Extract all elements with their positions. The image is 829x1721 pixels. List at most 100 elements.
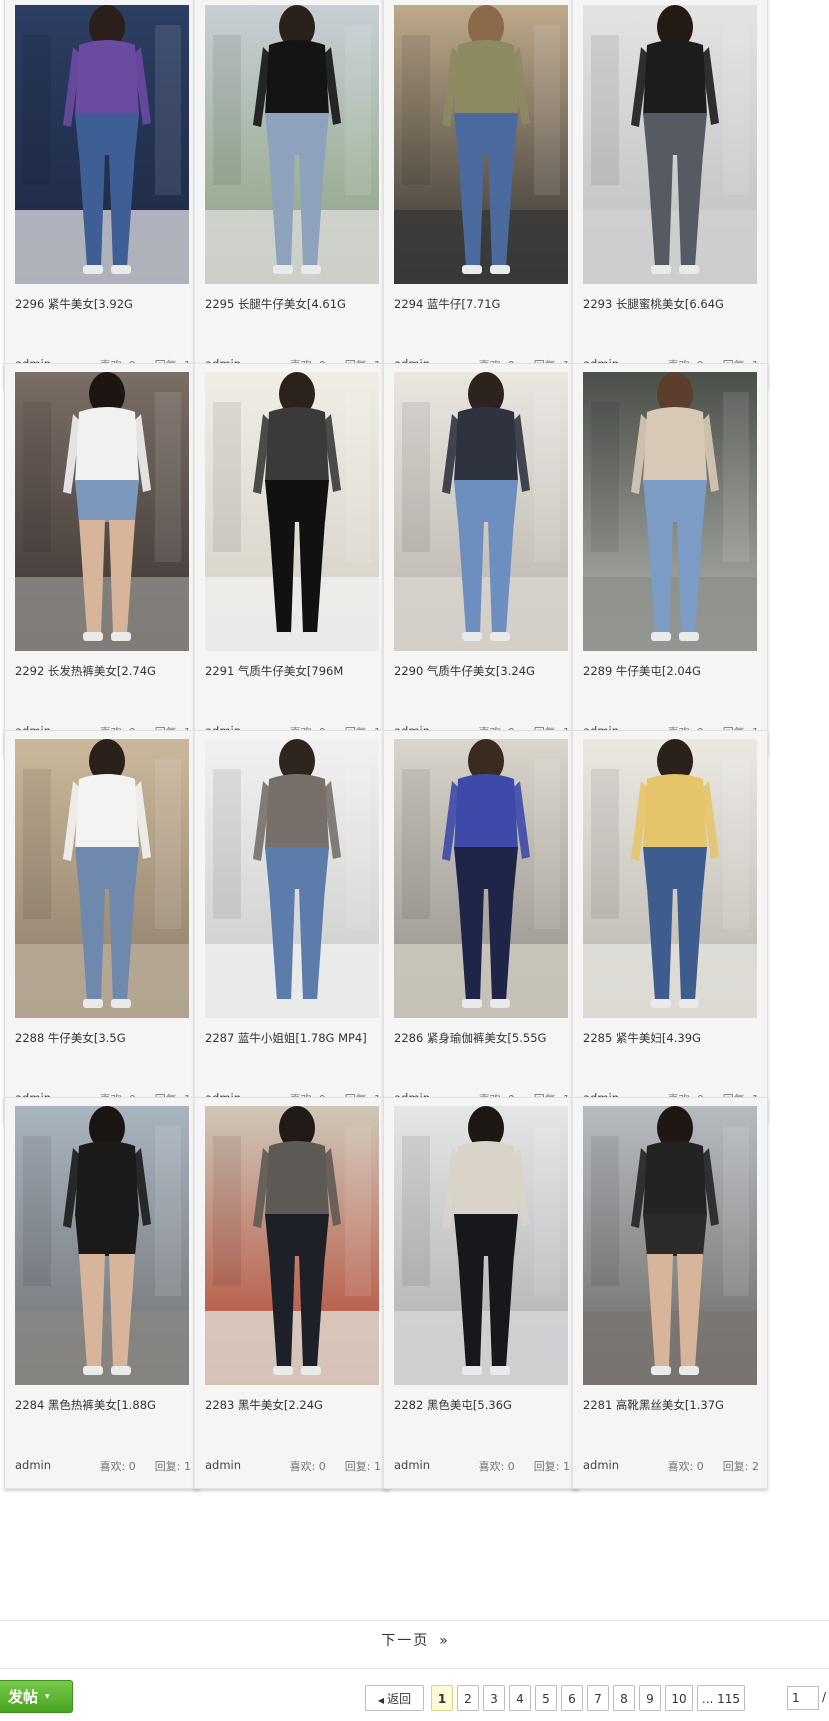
replies-count: 回复: 2 [722,1460,759,1473]
page-link[interactable]: 2 [457,1685,479,1711]
new-post-button[interactable]: 发帖 ▾ [0,1680,73,1713]
triangle-left-icon: ◀ [377,1696,385,1705]
back-button[interactable]: ◀ 返回 [365,1685,424,1711]
thread-thumbnail[interactable] [205,372,379,651]
page-link[interactable]: 5 [535,1685,557,1711]
thread-thumbnail[interactable] [205,739,379,1018]
page-link[interactable]: 7 [587,1685,609,1711]
thread-card[interactable]: 2294 蓝牛仔[7.71G admin 喜欢: 0 回复: 1 [383,0,579,388]
photo-illustration [583,1106,757,1385]
thread-thumbnail[interactable] [15,739,189,1018]
back-label: 返回 [387,1692,412,1706]
thread-title[interactable]: 2282 黑色美屯[5.36G [394,1397,574,1413]
photo-illustration [15,1106,189,1385]
thread-title[interactable]: 2281 高靴黑丝美女[1.37G [583,1397,763,1413]
thread-thumbnail[interactable] [394,5,568,284]
thread-title[interactable]: 2295 长腿牛仔美女[4.61G [205,296,385,312]
thread-author[interactable]: admin [15,1458,51,1472]
page-number-input[interactable] [787,1686,819,1710]
thread-title[interactable]: 2283 黑牛美女[2.24G [205,1397,385,1413]
thread-author[interactable]: admin [205,1458,241,1472]
thread-card[interactable]: 2291 气质牛仔美女[796M admin 喜欢: 0 回复: 1 [194,363,390,755]
new-post-label: 发帖 [8,1688,39,1706]
photo-illustration [15,5,189,284]
photo-illustration [15,372,189,651]
photo-illustration [15,739,189,1018]
thread-thumbnail[interactable] [583,739,757,1018]
page-total-separator: / [822,1690,827,1704]
thread-title[interactable]: 2284 黑色热裤美女[1.88G [15,1397,195,1413]
thread-stats: 喜欢: 0 回复: 1 [479,1458,570,1474]
next-page-label[interactable]: 下一页 [381,1633,429,1649]
page-link[interactable]: 1 [431,1685,453,1711]
page-link[interactable]: 6 [561,1685,583,1711]
thread-title[interactable]: 2286 紧身瑜伽裤美女[5.55G [394,1030,574,1046]
photo-illustration [583,372,757,651]
photo-illustration [205,372,379,651]
thread-card[interactable]: 2283 黑牛美女[2.24G admin 喜欢: 0 回复: 1 [194,1097,390,1489]
page-last-link[interactable]: ... 115 [697,1685,745,1711]
thread-thumbnail[interactable] [394,372,568,651]
likes-count: 喜欢: 0 [289,1460,326,1473]
photo-illustration [394,5,568,284]
thread-title[interactable]: 2288 牛仔美女[3.5G [15,1030,195,1046]
photo-illustration [394,372,568,651]
replies-count: 回复: 1 [344,1460,381,1473]
thread-title[interactable]: 2285 紧牛美妇[4.39G [583,1030,763,1046]
thread-thumbnail[interactable] [583,372,757,651]
thread-thumbnail[interactable] [583,1106,757,1385]
thread-card[interactable]: 2296 紧牛美女[3.92G admin 喜欢: 0 回复: 1 [4,0,200,388]
thread-thumbnail[interactable] [205,5,379,284]
thread-card[interactable]: 2286 紧身瑜伽裤美女[5.55G admin 喜欢: 0 回复: 1 [383,730,579,1122]
photo-illustration [583,739,757,1018]
next-page-link[interactable]: 下一页 » [0,1630,829,1650]
page-link[interactable]: 10 [665,1685,693,1711]
thread-thumbnail[interactable] [15,5,189,284]
replies-count: 回复: 1 [533,1460,570,1473]
thread-thumbnail[interactable] [15,372,189,651]
thread-title[interactable]: 2289 牛仔美屯[2.04G [583,663,763,679]
thread-author[interactable]: admin [394,1458,430,1472]
photo-illustration [394,739,568,1018]
page-link[interactable]: 3 [483,1685,505,1711]
thread-card[interactable]: 2290 气质牛仔美女[3.24G admin 喜欢: 0 回复: 1 [383,363,579,755]
photo-illustration [205,1106,379,1385]
thread-card[interactable]: 2281 高靴黑丝美女[1.37G admin 喜欢: 0 回复: 2 [572,1097,768,1489]
thread-thumbnail[interactable] [205,1106,379,1385]
thread-card[interactable]: 2289 牛仔美屯[2.04G admin 喜欢: 0 回复: 1 [572,363,768,755]
likes-count: 喜欢: 0 [478,1460,515,1473]
photo-illustration [205,5,379,284]
thread-card[interactable]: 2288 牛仔美女[3.5G admin 喜欢: 0 回复: 1 [4,730,200,1122]
likes-count: 喜欢: 0 [99,1460,136,1473]
thread-stats: 喜欢: 0 回复: 1 [100,1458,191,1474]
thread-title[interactable]: 2291 气质牛仔美女[796M [205,663,385,679]
likes-count: 喜欢: 0 [667,1460,704,1473]
thread-card[interactable]: 2284 黑色热裤美女[1.88G admin 喜欢: 0 回复: 1 [4,1097,200,1489]
thread-grid: 2296 紧牛美女[3.92G admin 喜欢: 0 回复: 1 2295 长… [0,0,829,1600]
thread-title[interactable]: 2293 长腿蜜桃美女[6.64G [583,296,763,312]
thread-author[interactable]: admin [583,1458,619,1472]
page-link[interactable]: 8 [613,1685,635,1711]
thread-thumbnail[interactable] [15,1106,189,1385]
photo-illustration [205,739,379,1018]
thread-title[interactable]: 2287 蓝牛小姐姐[1.78G MP4] [205,1030,385,1046]
thread-card[interactable]: 2292 长发热裤美女[2.74G admin 喜欢: 0 回复: 1 [4,363,200,755]
thread-thumbnail[interactable] [394,1106,568,1385]
thread-title[interactable]: 2294 蓝牛仔[7.71G [394,296,574,312]
thread-card[interactable]: 2295 长腿牛仔美女[4.61G admin 喜欢: 0 回复: 1 [194,0,390,388]
thread-title[interactable]: 2296 紧牛美女[3.92G [15,296,195,312]
divider [0,1668,829,1669]
thread-thumbnail[interactable] [394,739,568,1018]
thread-title[interactable]: 2292 长发热裤美女[2.74G [15,663,195,679]
photo-illustration [394,1106,568,1385]
divider [0,1620,829,1621]
double-chevron-right-icon: » [439,1633,448,1649]
thread-thumbnail[interactable] [583,5,757,284]
thread-card[interactable]: 2287 蓝牛小姐姐[1.78G MP4] admin 喜欢: 0 回复: 1 [194,730,390,1122]
page-link[interactable]: 9 [639,1685,661,1711]
thread-card[interactable]: 2293 长腿蜜桃美女[6.64G admin 喜欢: 0 回复: 1 [572,0,768,388]
thread-card[interactable]: 2282 黑色美屯[5.36G admin 喜欢: 0 回复: 1 [383,1097,579,1489]
thread-card[interactable]: 2285 紧牛美妇[4.39G admin 喜欢: 0 回复: 1 [572,730,768,1122]
thread-title[interactable]: 2290 气质牛仔美女[3.24G [394,663,574,679]
page-link[interactable]: 4 [509,1685,531,1711]
